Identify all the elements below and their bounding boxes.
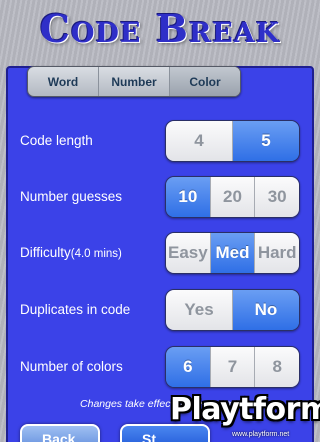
difficulty-option-hard[interactable]: Hard: [255, 233, 299, 273]
tab-number[interactable]: Number: [99, 67, 170, 96]
difficulty-label-text: Difficulty: [20, 245, 71, 260]
duplicates-option-no[interactable]: No: [233, 290, 299, 330]
colors-option-7[interactable]: 7: [210, 347, 256, 387]
setting-difficulty: Difficulty(4.0 mins) Easy Med Hard: [20, 232, 300, 274]
watermark-url: www.playtform.net: [232, 431, 290, 438]
code-length-control: 4 5: [165, 120, 300, 162]
guesses-option-30[interactable]: 30: [255, 177, 299, 217]
number-guesses-label: Number guesses: [20, 189, 123, 204]
number-of-colors-label: Number of colors: [20, 359, 123, 374]
number-of-colors-control: 6 7 8: [165, 346, 300, 388]
difficulty-time: (4.0 mins): [70, 248, 122, 260]
mode-tabs: Word Number Color: [27, 66, 241, 97]
difficulty-label: Difficulty(4.0 mins): [20, 232, 122, 274]
guesses-option-10[interactable]: 10: [166, 177, 211, 217]
setting-number-of-colors: Number of colors 6 7 8: [20, 346, 300, 388]
colors-option-6[interactable]: 6: [166, 347, 211, 387]
back-button[interactable]: Back: [20, 424, 100, 442]
code-length-option-5[interactable]: 5: [233, 121, 299, 161]
tab-color[interactable]: Color: [170, 67, 240, 96]
setting-duplicates: Duplicates in code Yes No: [20, 289, 300, 331]
setting-code-length: Code length 4 5: [20, 120, 300, 162]
setting-number-guesses: Number guesses 10 20 30: [20, 176, 300, 218]
difficulty-option-med[interactable]: Med: [210, 233, 256, 273]
duplicates-label: Duplicates in code: [20, 302, 131, 317]
watermark-logo: Playtform: [170, 392, 320, 427]
guesses-option-20[interactable]: 20: [210, 177, 256, 217]
code-length-label: Code length: [20, 133, 93, 148]
difficulty-option-easy[interactable]: Easy: [166, 233, 211, 273]
duplicates-control: Yes No: [165, 289, 300, 331]
duplicates-option-yes[interactable]: Yes: [166, 290, 233, 330]
app-title: Code Break: [39, 6, 281, 51]
difficulty-control: Easy Med Hard: [165, 232, 300, 274]
tab-word[interactable]: Word: [28, 67, 99, 96]
colors-option-8[interactable]: 8: [255, 347, 299, 387]
code-length-option-4[interactable]: 4: [166, 121, 233, 161]
number-guesses-control: 10 20 30: [165, 176, 300, 218]
